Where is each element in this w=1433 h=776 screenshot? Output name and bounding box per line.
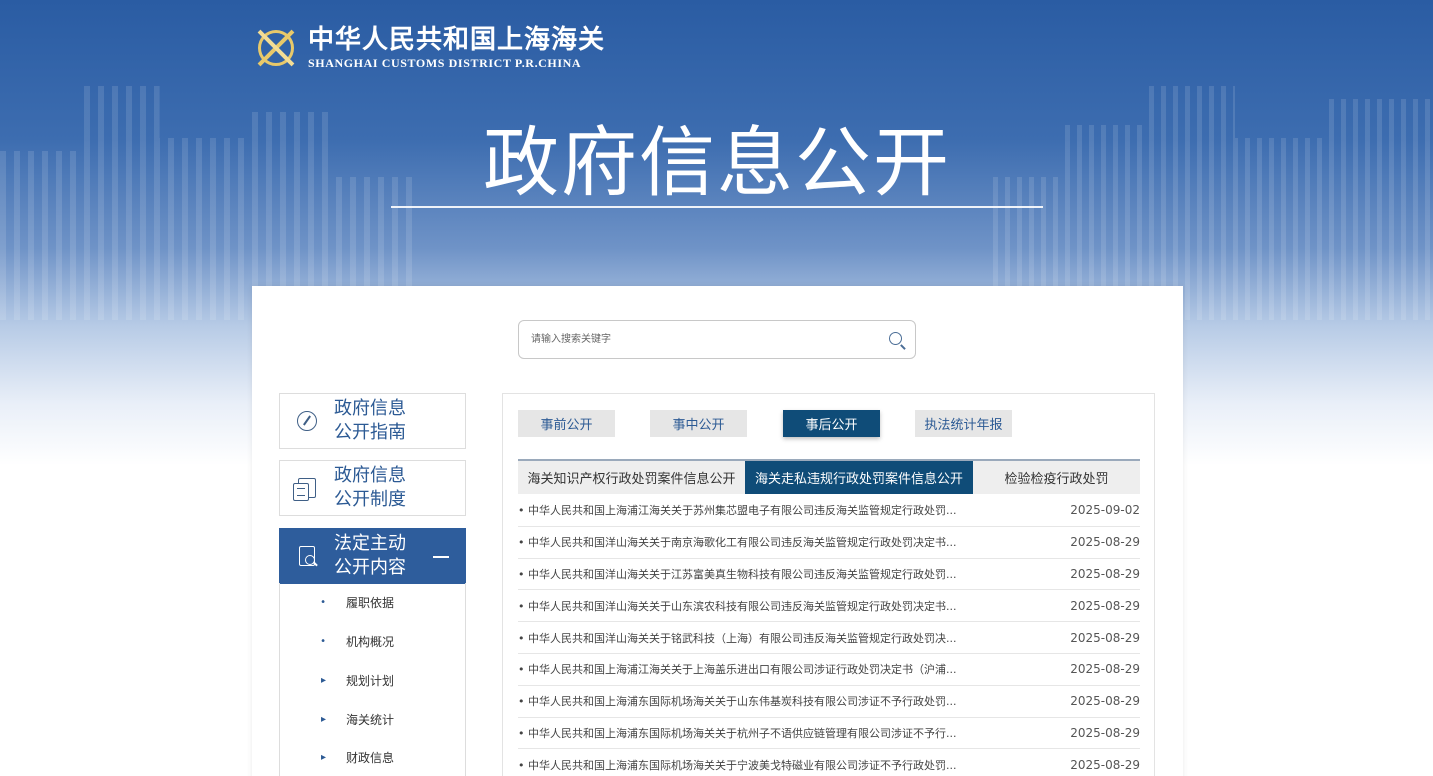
tab-mid-disclosure[interactable]: 事中公开 xyxy=(650,410,747,437)
list-item[interactable]: • 中华人民共和国上海浦东国际机场海关关于宁波美戈特磁业有限公司涉证不予行政处罚… xyxy=(518,749,1140,776)
sidebar-item-system[interactable]: 政府信息 公开制度 xyxy=(279,460,466,516)
building-decoration-left xyxy=(0,86,420,320)
penalty-list: • 中华人民共和国上海浦江海关关于苏州集芯盟电子有限公司违反海关监管规定行政处罚… xyxy=(518,495,1140,776)
list-item-date: 2025-08-29 xyxy=(1070,535,1140,550)
list-item-title[interactable]: • 中华人民共和国上海浦江海关关于上海盖乐进出口有限公司涉证行政处罚决定书（沪浦… xyxy=(518,661,956,677)
list-item-date: 2025-08-29 xyxy=(1070,630,1140,645)
list-item-date: 2025-08-29 xyxy=(1070,694,1140,709)
list-item[interactable]: • 中华人民共和国上海浦江海关关于苏州集芯盟电子有限公司违反海关监管规定行政处罚… xyxy=(518,495,1140,527)
list-item[interactable]: • 中华人民共和国上海浦东国际机场海关关于杭州子不语供应链管理有限公司涉证不予行… xyxy=(518,718,1140,750)
list-item-date: 2025-08-29 xyxy=(1070,662,1140,677)
list-item-title[interactable]: • 中华人民共和国洋山海关关于江苏富美真生物科技有限公司违反海关监管规定行政处罚… xyxy=(518,566,956,582)
secondary-tab-bar: 海关知识产权行政处罚案件信息公开 海关走私违规行政处罚案件信息公开 检验检疫行政… xyxy=(518,459,1140,494)
list-item[interactable]: • 中华人民共和国洋山海关关于山东滨农科技有限公司违反海关监管规定行政处罚决定书… xyxy=(518,590,1140,623)
compass-icon xyxy=(297,411,317,431)
sidebar-submenu: • 履职依据 • 机构概况 ▸ 规划计划 ▸ 海关统计 ▸ 财政信息 xyxy=(279,583,466,776)
tab-post-disclosure[interactable]: 事后公开 xyxy=(783,410,880,437)
logo-title-cn: 中华人民共和国上海海关 xyxy=(308,25,606,55)
building-decoration-right xyxy=(993,86,1433,320)
sidebar-item-statutory-content[interactable]: 法定主动 公开内容 xyxy=(279,528,466,584)
submenu-item-label: 机构概况 xyxy=(346,634,395,649)
list-item-date: 2025-08-29 xyxy=(1070,725,1140,740)
list-item[interactable]: • 中华人民共和国上海浦江海关关于上海盖乐进出口有限公司涉证行政处罚决定书（沪浦… xyxy=(518,654,1140,686)
tab-annual-report[interactable]: 执法统计年报 xyxy=(915,410,1012,437)
sidebar-item-label-line2: 公开制度 xyxy=(334,489,406,510)
submenu-item-statistics[interactable]: ▸ 海关统计 xyxy=(280,709,465,729)
bullet-icon: • xyxy=(320,635,326,647)
list-item[interactable]: • 中华人民共和国上海浦东国际机场海关关于山东伟基炭科技有限公司涉证不予行政处罚… xyxy=(518,686,1140,718)
triangle-right-icon: ▸ xyxy=(320,674,326,686)
sidebar-item-label-line2: 公开内容 xyxy=(334,557,406,578)
submenu-item-label: 规划计划 xyxy=(346,673,395,688)
list-item-title[interactable]: • 中华人民共和国洋山海关关于铭武科技（上海）有限公司违反海关监管规定行政处罚决… xyxy=(518,630,956,646)
sidebar-item-label-line1: 法定主动 xyxy=(334,533,406,554)
bullet-icon: • xyxy=(320,596,326,608)
customs-emblem-icon xyxy=(252,24,300,72)
content-panel: 事前公开 事中公开 事后公开 执法统计年报 海关知识产权行政处罚案件信息公开 海… xyxy=(502,393,1155,776)
submenu-item-label: 财政信息 xyxy=(346,750,395,765)
documents-icon xyxy=(293,478,316,501)
list-item-title[interactable]: • 中华人民共和国洋山海关关于山东滨农科技有限公司违反海关监管规定行政处罚决定书… xyxy=(518,598,956,614)
tab-pre-disclosure[interactable]: 事前公开 xyxy=(518,410,615,437)
search-icon[interactable] xyxy=(879,322,915,358)
submenu-item-organization[interactable]: • 机构概况 xyxy=(280,631,465,651)
tab-smuggling-penalty[interactable]: 海关走私违规行政处罚案件信息公开 xyxy=(745,461,973,494)
list-item-date: 2025-08-29 xyxy=(1070,757,1140,772)
triangle-right-icon: ▸ xyxy=(320,751,326,763)
sidebar-item-label-line2: 公开指南 xyxy=(334,422,406,443)
submenu-item-planning[interactable]: ▸ 规划计划 xyxy=(280,670,465,690)
submenu-item-label: 履职依据 xyxy=(346,595,395,610)
page-title: 政府信息公开 xyxy=(483,118,951,207)
search-input[interactable] xyxy=(519,321,879,358)
submenu-item-finance[interactable]: ▸ 财政信息 xyxy=(280,747,465,767)
search-box xyxy=(518,320,916,359)
list-item-title[interactable]: • 中华人民共和国上海浦东国际机场海关关于杭州子不语供应链管理有限公司涉证不予行… xyxy=(518,725,956,741)
list-item-date: 2025-09-02 xyxy=(1070,503,1140,518)
triangle-right-icon: ▸ xyxy=(320,713,326,725)
main-card: 政府信息公开指南 政府信息公开制度 法定主动公开内容 • 履职依据 • 机构概况… xyxy=(252,286,1183,776)
submenu-item-label: 海关统计 xyxy=(346,712,395,727)
submenu-item-duty-basis[interactable]: • 履职依据 xyxy=(280,592,465,612)
list-item[interactable]: • 中华人民共和国洋山海关关于江苏富美真生物科技有限公司违反海关监管规定行政处罚… xyxy=(518,559,1140,591)
list-item[interactable]: • 中华人民共和国洋山海关关于铭武科技（上海）有限公司违反海关监管规定行政处罚决… xyxy=(518,622,1140,654)
site-logo[interactable]: 中华人民共和国上海海关 SHANGHAI CUSTOMS DISTRICT P.… xyxy=(252,24,605,72)
list-item[interactable]: • 中华人民共和国洋山海关关于南京海歌化工有限公司违反海关监管规定行政处罚决定书… xyxy=(518,527,1140,559)
document-search-icon xyxy=(299,546,315,566)
list-item-date: 2025-08-29 xyxy=(1070,598,1140,613)
sidebar-item-guide[interactable]: 政府信息 公开指南 xyxy=(279,393,466,449)
list-item-title[interactable]: • 中华人民共和国上海浦东国际机场海关关于宁波美戈特磁业有限公司涉证不予行政处罚… xyxy=(518,757,956,773)
list-item-title[interactable]: • 中华人民共和国上海浦江海关关于苏州集芯盟电子有限公司违反海关监管规定行政处罚… xyxy=(518,502,956,518)
collapse-icon[interactable] xyxy=(433,556,449,558)
sidebar-item-label-line1: 政府信息 xyxy=(334,465,406,486)
tab-inspection-penalty[interactable]: 检验检疫行政处罚 xyxy=(973,461,1140,494)
page: 中华人民共和国上海海关 SHANGHAI CUSTOMS DISTRICT P.… xyxy=(0,0,1433,776)
tab-ip-penalty[interactable]: 海关知识产权行政处罚案件信息公开 xyxy=(518,461,745,494)
list-item-date: 2025-08-29 xyxy=(1070,566,1140,581)
logo-title-en: SHANGHAI CUSTOMS DISTRICT P.R.CHINA xyxy=(308,56,582,70)
list-item-title[interactable]: • 中华人民共和国洋山海关关于南京海歌化工有限公司违反海关监管规定行政处罚决定书… xyxy=(518,534,956,550)
title-underline xyxy=(391,206,1043,208)
sidebar-item-label-line1: 政府信息 xyxy=(334,398,406,419)
list-item-title[interactable]: • 中华人民共和国上海浦东国际机场海关关于山东伟基炭科技有限公司涉证不予行政处罚… xyxy=(518,693,956,709)
